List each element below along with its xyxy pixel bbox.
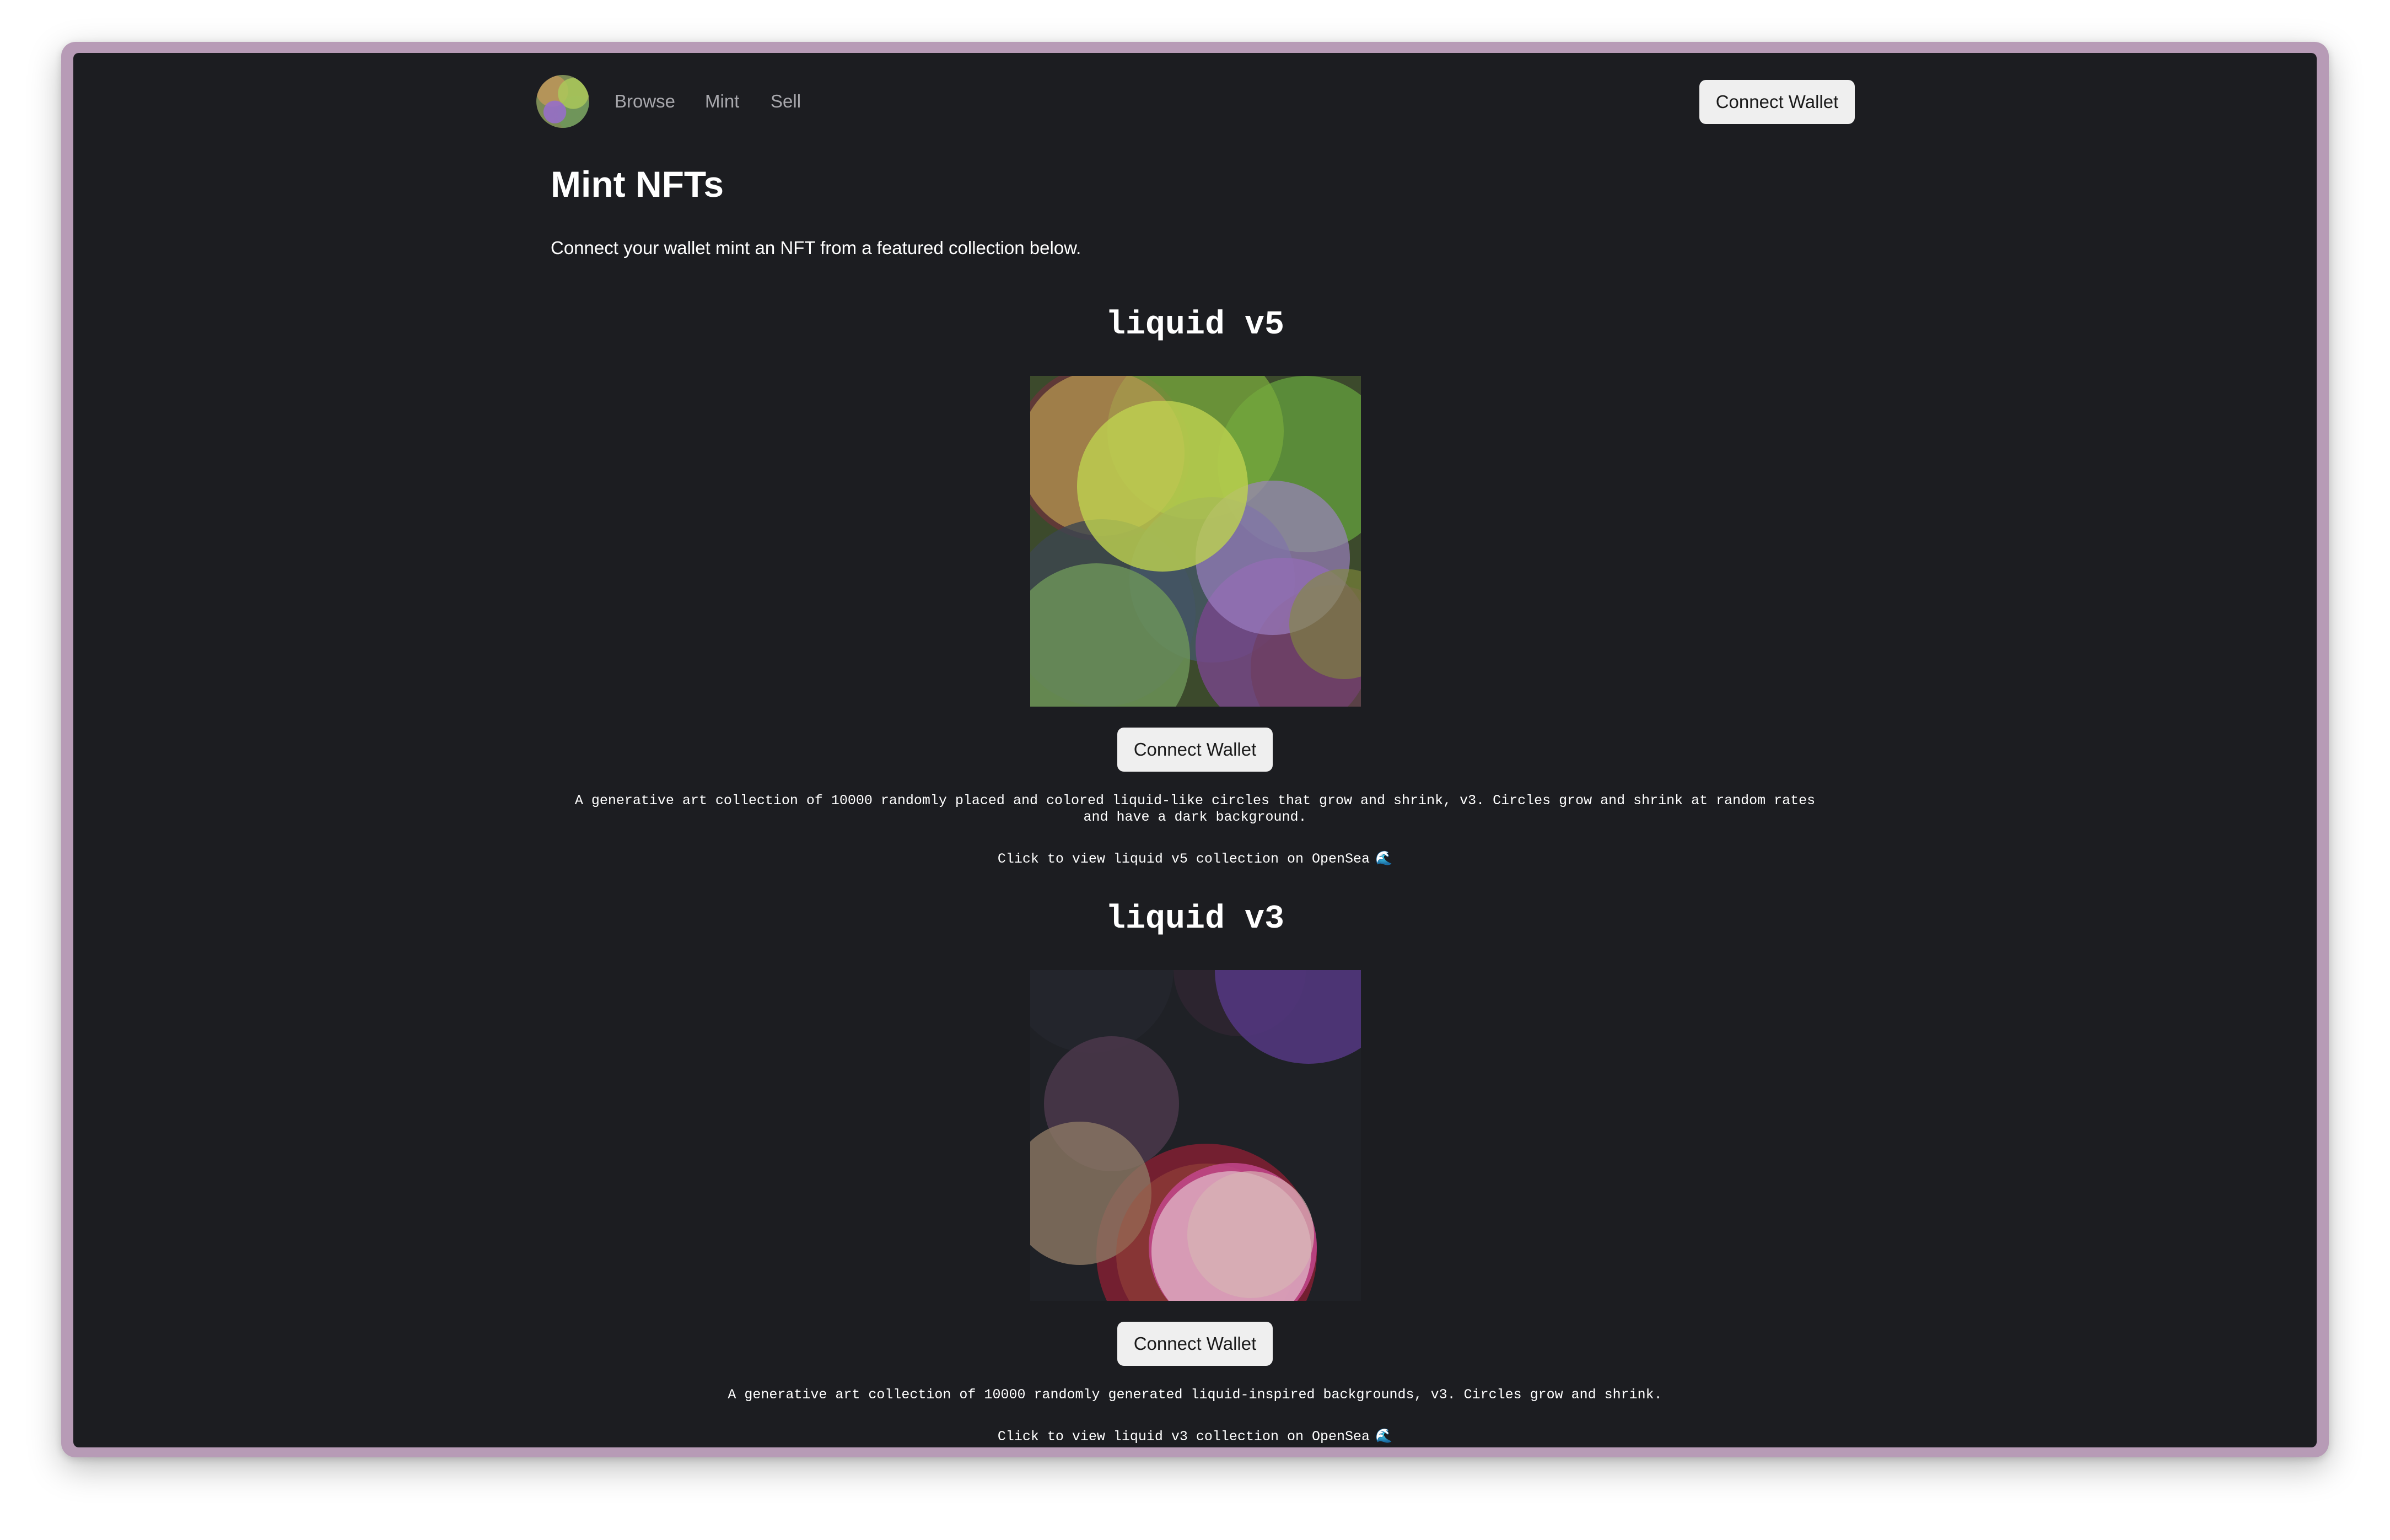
collection-connect-wallet-button-liquid-v5[interactable]: Connect Wallet — [1117, 728, 1273, 772]
collection-description-liquid-v3: A generative art collection of 10000 ran… — [728, 1387, 1662, 1403]
opensea-link-liquid-v3[interactable]: Click to view liquid v3 collection on Op… — [73, 1429, 2317, 1445]
wave-icon: 🌊 — [1375, 1429, 1393, 1445]
page-subtitle: Connect your wallet mint an NFT from a f… — [551, 238, 1081, 258]
nav-browse-link[interactable]: Browse — [615, 89, 675, 114]
collection-title-liquid-v5: liquid v5 — [1105, 306, 1285, 344]
page-title: Mint NFTs — [551, 164, 724, 204]
wave-icon: 🌊 — [1375, 851, 1393, 867]
opensea-link-text[interactable]: Click to view liquid v5 collection on Op… — [998, 851, 1370, 867]
collection-image-liquid-v5 — [1030, 376, 1361, 707]
app-screen: Browse Mint Sell Connect Wallet Mint NFT… — [73, 53, 2317, 1447]
window-frame: Browse Mint Sell Connect Wallet Mint NFT… — [61, 42, 2329, 1457]
collection-image-liquid-v3 — [1030, 970, 1361, 1301]
collection-connect-wallet-button-liquid-v3[interactable]: Connect Wallet — [1117, 1322, 1273, 1366]
opensea-link-liquid-v5[interactable]: Click to view liquid v5 collection on Op… — [73, 851, 2317, 868]
nav-sell-link[interactable]: Sell — [771, 89, 801, 114]
header-connect-wallet-button[interactable]: Connect Wallet — [1699, 80, 1855, 124]
collection-description-liquid-v5: A generative art collection of 10000 ran… — [574, 793, 1816, 825]
logo-avatar[interactable] — [536, 75, 589, 128]
collection-title-liquid-v3: liquid v3 — [1105, 901, 1285, 938]
opensea-link-text[interactable]: Click to view liquid v3 collection on Op… — [998, 1429, 1370, 1445]
nav-mint-link[interactable]: Mint — [705, 89, 739, 114]
